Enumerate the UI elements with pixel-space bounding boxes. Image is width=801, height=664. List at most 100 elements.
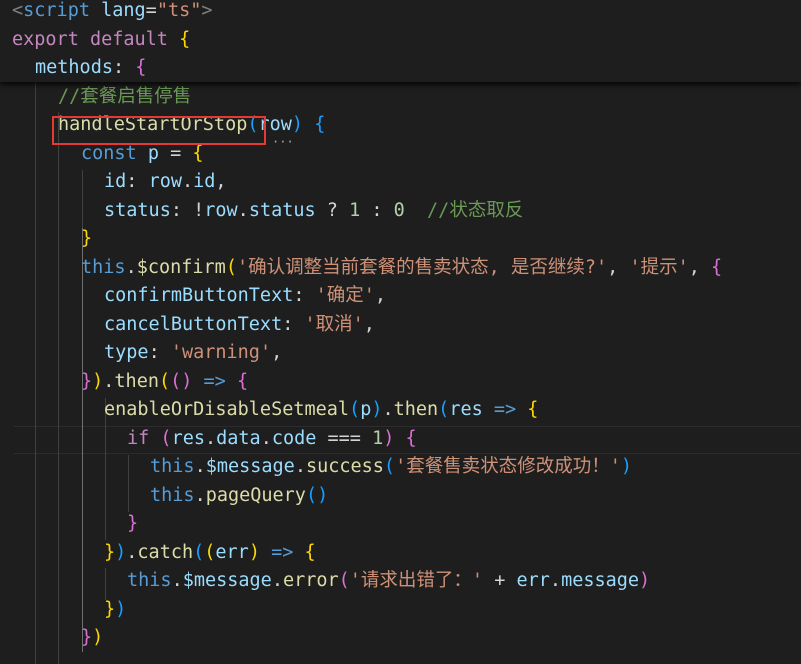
code-token: ,: [607, 256, 630, 278]
code-line[interactable]: }: [0, 225, 801, 254]
code-token: .: [260, 427, 272, 449]
code-token: :: [148, 342, 171, 363]
code-token: pageQuery: [205, 484, 306, 506]
code-token: {: [192, 142, 204, 164]
code-token: ,: [374, 285, 387, 306]
code-token: row: [204, 199, 238, 221]
sticky-scroll-header[interactable]: <script lang="ts"> export default {method…: [0, 0, 801, 82]
code-token: this: [150, 484, 195, 506]
code-token: code: [271, 427, 317, 449]
code-token: error: [282, 570, 339, 591]
code-token: message: [561, 570, 640, 591]
code-token: (: [305, 484, 318, 506]
code-token: .: [294, 456, 306, 477]
code-line[interactable]: status: !row.status ? 1 : 0 //状态取反: [0, 197, 801, 226]
code-line[interactable]: confirmButtonText: '确定',: [0, 282, 801, 311]
code-token: ): [92, 370, 104, 392]
hover-dots-hint: ···: [272, 135, 294, 149]
indent-guide: [128, 455, 129, 512]
code-token: this: [150, 456, 195, 477]
code-token: .: [382, 399, 394, 420]
code-token: :: [282, 313, 305, 335]
code-line[interactable]: this.pageQuery(): [0, 482, 801, 511]
code-line[interactable]: }).catch((err) => {: [0, 539, 801, 568]
code-line[interactable]: export default {: [0, 26, 801, 55]
code-token: :: [293, 285, 316, 306]
code-line[interactable]: this.$confirm('确认调整当前套餐的售卖状态, 是否继续?', '提…: [0, 254, 801, 283]
code-token: :: [126, 171, 149, 192]
code-token: ): [115, 541, 127, 563]
code-line[interactable]: this.$message.success('套餐售卖状态修改成功！'): [0, 453, 801, 482]
code-token: }: [81, 627, 93, 648]
code-token: .: [126, 541, 138, 563]
code-token: $message: [205, 456, 295, 477]
code-token: 0: [393, 199, 405, 221]
code-line[interactable]: type: 'warning',: [0, 339, 801, 368]
code-token: lang: [101, 0, 146, 21]
code-token: err: [516, 570, 550, 591]
code-line[interactable]: }): [0, 624, 801, 653]
code-token: =: [158, 142, 193, 164]
code-line[interactable]: }).then(() => {: [0, 368, 801, 397]
code-token: ): [291, 114, 304, 135]
code-token: ): [620, 456, 632, 477]
code-line[interactable]: }: [0, 510, 801, 539]
code-token: {: [711, 256, 723, 278]
code-line[interactable]: methods: {: [0, 54, 801, 83]
code-token: {: [314, 114, 326, 135]
code-token: '取消': [304, 313, 364, 335]
code-token: row: [148, 171, 182, 192]
code-token: then: [393, 399, 439, 420]
code-token: res: [171, 427, 205, 449]
code-token: {: [304, 541, 316, 563]
code-token: (: [193, 541, 205, 563]
code-token: .: [549, 570, 562, 591]
code-token: {: [179, 28, 191, 50]
code-token: =: [145, 0, 157, 21]
code-token: =>: [493, 399, 517, 420]
code-line[interactable]: this.$message.error('请求出错了：' + err.messa…: [0, 567, 801, 596]
code-line[interactable]: //套餐启售停售: [0, 83, 801, 112]
code-token: ): [383, 427, 395, 449]
code-token: default: [89, 28, 168, 50]
code-token: '请求出错了：': [349, 570, 484, 591]
code-line[interactable]: <script lang="ts">: [0, 0, 801, 26]
code-token: =>: [203, 370, 226, 392]
code-line[interactable]: enableOrDisableSetmeal(p).then(res => {: [0, 396, 801, 425]
code-token: (: [160, 427, 172, 449]
code-token: (: [438, 399, 450, 420]
code-line[interactable]: id: row.id,: [0, 168, 801, 197]
code-token: .: [125, 256, 137, 278]
code-token: =>: [271, 541, 294, 563]
indent-guide: [82, 170, 83, 228]
code-token: .: [194, 484, 206, 506]
code-token: {: [405, 427, 417, 449]
code-line[interactable]: }): [0, 596, 801, 625]
code-token: }: [127, 513, 139, 534]
code-token: enableOrDisableSetmeal: [104, 399, 350, 420]
code-line[interactable]: cancelButtonText: '取消',: [0, 311, 801, 340]
code-token: methods: [35, 57, 113, 78]
code-token: ?: [315, 199, 350, 221]
code-token: >: [201, 0, 213, 21]
code-token: ): [639, 570, 651, 591]
code-token: "ts": [156, 0, 202, 21]
code-token: (: [383, 456, 396, 477]
code-token: status: [248, 199, 316, 221]
code-token: catch: [137, 541, 194, 563]
code-token: '确认调整当前套餐的售卖状态, 是否继续?': [236, 256, 608, 278]
code-line[interactable]: if (res.data.code === 1) {: [0, 425, 801, 454]
code-token: ): [115, 598, 127, 620]
code-token: ): [248, 541, 260, 563]
indent-guide: [58, 112, 59, 664]
code-token: .: [204, 427, 217, 449]
code-token: this: [81, 256, 126, 278]
